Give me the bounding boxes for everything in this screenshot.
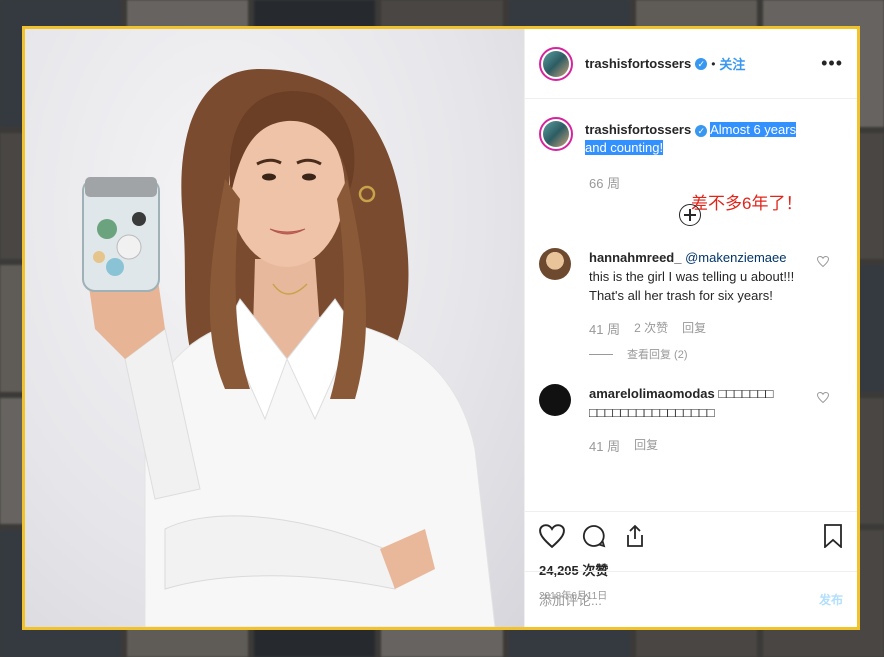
post-photo bbox=[25, 29, 524, 627]
comment-meta: 41 周 2 次赞 回复 bbox=[589, 319, 843, 338]
comment-meta: 41 周 回复 bbox=[589, 436, 843, 455]
comment-body: amarelolimaomodas □□□□□□□ □□□□□□□□□□□□□□… bbox=[589, 384, 799, 422]
comment-icon[interactable] bbox=[581, 524, 607, 548]
post-details-panel: trashisfortossers ✓ • 关注 ••• trashisfort… bbox=[524, 29, 857, 627]
comment-body: hannahmreed_ @makenziemaee this is the g… bbox=[589, 248, 799, 305]
comment-mention[interactable]: @makenziemaee bbox=[685, 250, 786, 265]
caption-line-1: Almost 6 years bbox=[710, 122, 797, 137]
comment-like-heart-icon[interactable] bbox=[817, 392, 829, 403]
verified-icon: ✓ bbox=[695, 57, 708, 70]
view-replies-label[interactable]: 查看回复 (2) bbox=[627, 346, 688, 362]
comment-username[interactable]: hannahmreed_ bbox=[589, 250, 681, 265]
comment-avatar[interactable] bbox=[539, 384, 571, 416]
post-modal: trashisfortossers ✓ • 关注 ••• trashisfort… bbox=[22, 26, 860, 630]
comment-input[interactable]: 添加评论... bbox=[539, 590, 602, 609]
heart-icon[interactable] bbox=[539, 524, 565, 548]
comment-avatar[interactable] bbox=[539, 248, 571, 280]
comment-age: 41 周 bbox=[589, 439, 621, 454]
woman-holding-jar-image bbox=[82, 69, 496, 627]
post-actions: 24,205 次赞 2018年6月11日 添加评论... 发布 bbox=[525, 511, 857, 627]
add-comment-bar: 添加评论... 发布 bbox=[525, 571, 857, 627]
plus-circle-icon[interactable] bbox=[679, 204, 701, 226]
reply-button[interactable]: 回复 bbox=[682, 319, 706, 338]
comments-scroll-area[interactable]: trashisfortossers ✓ Almost 6 years and co… bbox=[525, 99, 857, 511]
comment-text: this is the girl I was telling u about!!… bbox=[589, 269, 795, 303]
comment-username[interactable]: amarelolimaomodas bbox=[589, 386, 715, 401]
author-username[interactable]: trashisfortossers bbox=[585, 56, 691, 71]
author-avatar[interactable] bbox=[539, 46, 573, 81]
caption-avatar[interactable] bbox=[539, 117, 573, 151]
comment-like-count[interactable]: 2 次赞 bbox=[634, 319, 668, 338]
separator-dot: • bbox=[711, 56, 716, 71]
more-options-icon[interactable]: ••• bbox=[821, 53, 843, 74]
caption-line-2: and counting! bbox=[585, 140, 664, 155]
caption-verified-icon: ✓ bbox=[695, 124, 708, 137]
comment-item: hannahmreed_ @makenziemaee this is the g… bbox=[539, 248, 843, 305]
replies-line bbox=[589, 353, 613, 355]
comment-item: amarelolimaomodas □□□□□□□ □□□□□□□□□□□□□□… bbox=[539, 384, 843, 422]
follow-button[interactable]: 关注 bbox=[719, 54, 745, 73]
share-icon[interactable] bbox=[623, 524, 647, 548]
view-replies[interactable]: 查看回复 (2) bbox=[589, 346, 843, 362]
reply-button[interactable]: 回复 bbox=[634, 436, 658, 455]
comment-age: 41 周 bbox=[589, 322, 621, 337]
action-icons bbox=[539, 522, 843, 550]
caption: trashisfortossers ✓ Almost 6 years and co… bbox=[539, 113, 843, 157]
post-comment-button[interactable]: 发布 bbox=[819, 591, 843, 608]
caption-username[interactable]: trashisfortossers bbox=[585, 122, 691, 137]
caption-text: trashisfortossers ✓ Almost 6 years and co… bbox=[585, 121, 797, 157]
post-header: trashisfortossers ✓ • 关注 ••• bbox=[525, 29, 857, 99]
comment-like-heart-icon[interactable] bbox=[817, 256, 829, 267]
bookmark-icon[interactable] bbox=[823, 524, 843, 548]
annotation-note: 差不多6年了！ bbox=[691, 194, 803, 213]
